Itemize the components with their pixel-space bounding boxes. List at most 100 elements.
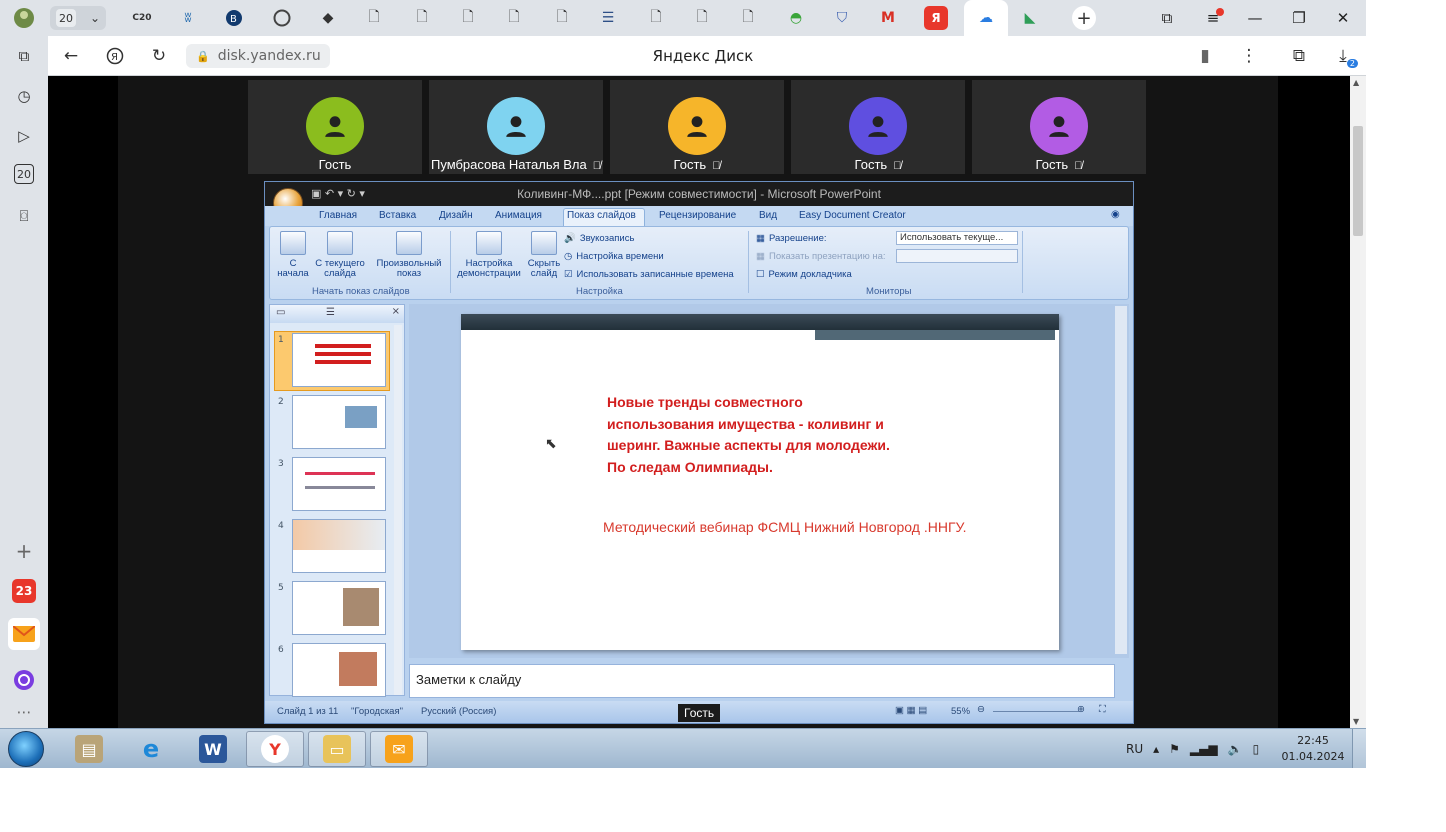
back-button[interactable]: ← <box>60 46 82 66</box>
stack-icon[interactable]: ☰ <box>596 6 620 30</box>
participant-tile[interactable]: Гость 🎙̸ <box>610 80 784 174</box>
maps-icon[interactable]: ◣ <box>1018 6 1042 30</box>
url-field[interactable]: 🔒 disk.yandex.ru <box>186 44 330 68</box>
restore-button[interactable]: ❐ <box>1288 8 1310 28</box>
doc-icon[interactable]: 🗋 <box>736 6 760 30</box>
slide-thumbnail[interactable] <box>292 643 386 697</box>
reload-button[interactable]: ↻ <box>148 46 170 66</box>
video-icon[interactable]: ▷ <box>12 124 36 148</box>
gmail-icon[interactable]: M <box>876 6 900 30</box>
add-sidebar-button[interactable]: + <box>12 539 36 563</box>
slide-scrollbar[interactable] <box>1115 306 1127 654</box>
use-timings-checkbox[interactable]: ☑ Использовать записанные времена <box>564 269 734 280</box>
new-tab-button[interactable]: + <box>1072 6 1096 30</box>
show-on-select[interactable] <box>896 249 1018 263</box>
battery-icon[interactable]: ▯ <box>1253 742 1260 756</box>
scroll-up-icon[interactable]: ▲ <box>1353 78 1359 87</box>
extensions-icon[interactable]: ⧉ <box>1288 46 1310 66</box>
hse-icon[interactable]: B <box>222 6 246 30</box>
ribbon-tab-slideshow[interactable]: Показ слайдов <box>567 210 636 221</box>
ribbon-tab[interactable]: Вид <box>759 210 777 221</box>
more-icon[interactable]: ⋮ <box>1238 46 1260 66</box>
from-current-button[interactable]: С текущего слайда <box>314 231 366 279</box>
zoom-in-icon[interactable]: ⊕ <box>1077 704 1085 715</box>
scroll-down-icon[interactable]: ▼ <box>1353 717 1359 726</box>
doc-icon[interactable]: 🗋 <box>550 6 574 30</box>
participant-tile[interactable]: Гость 🎙̸ <box>791 80 965 174</box>
mail-icon[interactable] <box>8 618 40 650</box>
ribbon-tab[interactable]: Easy Document Creator <box>799 210 906 221</box>
tab-counter-button[interactable]: 20 ⌄ <box>50 6 106 30</box>
screenshot-icon[interactable]: ⌼ <box>12 204 36 228</box>
calendar-badge[interactable]: 23 <box>12 579 36 603</box>
from-start-button[interactable]: С начала <box>276 231 310 279</box>
show-desktop-button[interactable] <box>1352 729 1366 768</box>
diamond-icon[interactable]: ◆ <box>316 6 340 30</box>
participant-tile[interactable]: Гость 🎙̸ <box>972 80 1146 174</box>
view-buttons[interactable]: ▣ ▦ ▤ <box>895 705 927 716</box>
zoom-out-icon[interactable]: ⊖ <box>977 704 985 715</box>
signal-icon[interactable]: ▂▄▆ <box>1190 742 1218 756</box>
notes-field[interactable]: Заметки к слайду <box>409 664 1115 698</box>
taskbar-app-active[interactable]: ▭ <box>308 731 366 767</box>
history-icon[interactable]: ◷ <box>12 84 36 108</box>
scrollbar-thumb[interactable] <box>1353 126 1363 236</box>
browser-avatar-icon[interactable] <box>12 6 36 30</box>
presenter-view-checkbox[interactable]: ☐ Режим докладчика <box>756 269 852 280</box>
setup-show-button[interactable]: Настройка демонстрации <box>454 231 524 279</box>
quick-access-toolbar[interactable]: ▣ ↶ ▾ ↻ ▾ <box>311 187 365 200</box>
participant-tile[interactable]: Пумбрасова Наталья Вла 🎙̸ <box>429 80 603 174</box>
doc-icon[interactable]: 🗋 <box>502 6 526 30</box>
close-button[interactable]: ✕ <box>1332 8 1354 28</box>
c20-icon[interactable]: C20 <box>130 6 154 30</box>
record-narration-button[interactable]: 🔊 Звукозапись <box>564 233 634 244</box>
zoom-level[interactable]: 55% <box>951 706 970 717</box>
collections-icon[interactable]: ⧉ <box>1156 8 1178 28</box>
flag-icon[interactable]: ⚑ <box>1169 742 1180 756</box>
collections-icon[interactable]: ⧉ <box>12 44 36 68</box>
rehearse-timings-button[interactable]: ◷ Настройка времени <box>564 251 664 262</box>
help-icon[interactable]: ◉ <box>1111 209 1120 220</box>
fit-window-icon[interactable]: ⛶ <box>1099 704 1106 715</box>
more-icon[interactable]: ⋯ <box>12 700 36 724</box>
hide-slide-button[interactable]: Скрыть слайд <box>526 231 562 279</box>
doc-icon[interactable]: 🗋 <box>456 6 480 30</box>
clock[interactable]: 22:45 01.04.2024 <box>1280 733 1346 765</box>
yandex-icon[interactable]: Я <box>924 6 948 30</box>
page-scrollbar[interactable]: ▲ ▼ <box>1350 76 1366 728</box>
current-slide[interactable]: Новые тренды совместного использования и… <box>461 314 1059 650</box>
slide-thumbnail[interactable] <box>292 581 386 635</box>
android-icon[interactable]: ◓ <box>784 6 808 30</box>
menu-icon[interactable]: ≡ <box>1202 8 1224 28</box>
participant-tile[interactable]: Гость <box>248 80 422 174</box>
slide-thumbnail[interactable] <box>292 519 386 573</box>
taskbar-app[interactable]: ▤ <box>60 731 118 767</box>
ribbon-tab[interactable]: Вставка <box>379 210 416 221</box>
language-status[interactable]: Русский (Россия) <box>421 706 496 717</box>
volume-icon[interactable]: 🔈 <box>1228 742 1243 756</box>
language-indicator[interactable]: RU <box>1126 742 1143 756</box>
outline-tab-icon[interactable]: ☰ <box>326 307 335 318</box>
yandex-home-icon[interactable]: Я <box>104 46 126 66</box>
slide-thumbnail[interactable] <box>292 457 386 511</box>
minimize-button[interactable]: — <box>1244 8 1266 28</box>
resolution-select[interactable]: Использовать текуще... <box>896 231 1018 245</box>
doc-icon[interactable]: 🗋 <box>690 6 714 30</box>
ribbon-tab[interactable]: Главная <box>319 210 357 221</box>
tab-active-yandex-disk[interactable]: ☁ <box>964 0 1008 36</box>
doc-icon[interactable]: 🗋 <box>362 6 386 30</box>
shield-icon[interactable]: ⛉ <box>830 6 854 30</box>
browser-icon[interactable] <box>270 6 294 30</box>
taskbar-app[interactable]: W <box>184 731 242 767</box>
ribbon-tab[interactable]: Рецензирование <box>659 210 736 221</box>
close-pane-icon[interactable]: × <box>392 306 400 317</box>
zoom-slider[interactable] <box>993 711 1079 712</box>
doc-icon[interactable]: 🗋 <box>410 6 434 30</box>
taskbar-app-active[interactable]: Y <box>246 731 304 767</box>
taskbar-app[interactable]: e <box>122 731 180 767</box>
custom-show-button[interactable]: Произвольный показ <box>372 231 446 279</box>
slides-tab-icon[interactable]: ▭ <box>276 307 285 318</box>
doc-icon[interactable]: 🗋 <box>644 6 668 30</box>
bookmark-icon[interactable]: ▮ <box>1194 46 1216 66</box>
downloads-icon[interactable]: ⤓ 2 <box>1332 46 1358 68</box>
